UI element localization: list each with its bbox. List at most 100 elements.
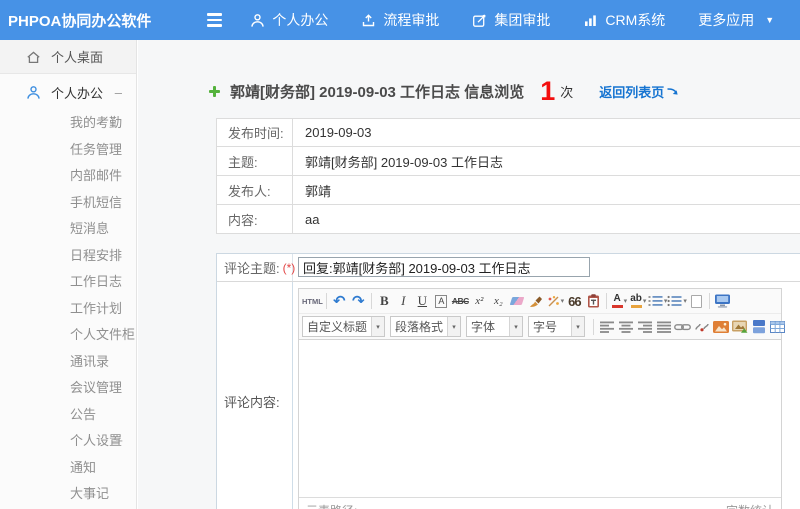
auto-typeset-button[interactable]: ▾ [546, 291, 565, 311]
sidebar-item-meeting-management[interactable]: 会议管理 [0, 375, 136, 402]
editor-content-area[interactable] [299, 340, 781, 497]
insert-image-button[interactable] [711, 317, 730, 337]
app-window: PHPOA协同办公软件 个人办公 流程审批 集团审批 CRM系统 更多应用 ▼ … [0, 0, 800, 509]
blockquote-button[interactable]: 66 [565, 291, 584, 311]
unlink-button[interactable] [692, 317, 711, 337]
sidebar-item-internal-mail[interactable]: 内部邮件 [0, 163, 136, 190]
font-family-dropdown[interactable]: 字体 ▾ [466, 316, 524, 337]
strikethrough-button[interactable]: ABC [451, 291, 470, 311]
subscript-button[interactable]: x₂ [489, 291, 508, 311]
source-code-button[interactable]: HTML [302, 291, 323, 311]
nav-label: CRM系统 [605, 12, 666, 28]
editor-toolbar-row-1: HTML ↶ ↷ B I U A ABC x² x₂ ▾ 66 A ▾ ab ▾… [299, 289, 781, 314]
underline-button[interactable]: U [413, 291, 432, 311]
sidebar-item-personal-settings[interactable]: 个人设置 + [0, 428, 136, 455]
align-left-button[interactable] [597, 317, 616, 337]
nav-more-apps[interactable]: 更多应用 [698, 10, 754, 30]
workflow-approval-icon [363, 13, 375, 26]
bold-button[interactable]: B [375, 291, 394, 311]
font-size-dropdown[interactable]: 字号 ▾ [528, 316, 586, 337]
sidebar-item-schedule[interactable]: 日程安排 [0, 243, 136, 270]
edit-icon [473, 14, 486, 27]
align-right-button[interactable] [635, 317, 654, 337]
align-center-button[interactable] [616, 317, 635, 337]
back-to-list-link[interactable]: 返回列表页 [599, 82, 679, 101]
chevron-down-icon: ▾ [571, 317, 585, 336]
editor-toolbar-row-2: 自定义标题 ▾ 段落格式 ▾ 字体 ▾ 字号 ▾ [299, 314, 786, 339]
row-value: 2019-09-03 [305, 125, 372, 140]
row-label: 发布人: [217, 176, 293, 204]
format-painter-button[interactable] [527, 291, 546, 311]
superscript-button[interactable]: x² [470, 291, 489, 311]
page-title: 郭靖[财务部] 2019-09-03 工作日志 信息浏览 [230, 84, 525, 101]
comment-subject-input[interactable] [298, 257, 590, 277]
align-right-icon [637, 321, 652, 333]
char-border-button[interactable]: A [432, 291, 451, 311]
sidebar-item-file-cabinet[interactable]: 个人文件柜 [0, 322, 136, 349]
magic-wand-icon [548, 296, 559, 307]
nav-crm-system[interactable]: CRM系统 [583, 10, 665, 30]
align-left-icon [599, 321, 614, 333]
nav-group-approval[interactable]: 集团审批 [472, 10, 550, 30]
undo-button[interactable]: ↶ [330, 291, 349, 311]
row-label: 发布时间: [217, 119, 293, 146]
rich-text-editor: HTML ↶ ↷ B I U A ABC x² x₂ ▾ 66 A ▾ ab ▾… [298, 288, 786, 509]
screenshot-button[interactable] [730, 317, 749, 337]
comment-content-label: 评论内容: [217, 282, 293, 509]
font-color-button[interactable]: A ▾ [610, 291, 629, 311]
home-icon [27, 51, 40, 63]
orange-color-bar [630, 305, 642, 308]
sidebar-item-work-log[interactable]: 工作日志 [0, 269, 136, 296]
redo-button[interactable]: ↷ [349, 291, 368, 311]
clipboard-icon [587, 294, 599, 308]
editor-toolbar: HTML ↶ ↷ B I U A ABC x² x₂ ▾ 66 A ▾ ab ▾… [299, 289, 786, 340]
expand-icon[interactable]: + [115, 428, 123, 455]
insert-video-button[interactable] [749, 317, 768, 337]
app-logo: PHPOA协同办公软件 [8, 12, 152, 30]
sidebar-menu: 我的考勤 任务管理 内部邮件 手机短信 短消息 日程安排 工作日志 工作计划 个… [0, 110, 136, 508]
chevron-down-icon[interactable]: ▼ [765, 15, 774, 25]
word-count-label[interactable]: 字数统计 [726, 502, 774, 509]
page-title-row: 郭靖[财务部] 2019-09-03 工作日志 信息浏览 1 次 返回列表页 [208, 78, 679, 105]
menu-toggle-button[interactable] [203, 9, 226, 31]
custom-heading-dropdown[interactable]: 自定义标题 ▾ [302, 316, 386, 337]
view-count: 1 [540, 76, 556, 106]
table-row: 发布时间: 2019-09-03 [216, 118, 800, 147]
unordered-list-button[interactable]: ▾ [667, 291, 687, 311]
paragraph-format-dropdown[interactable]: 段落格式 ▾ [390, 316, 462, 337]
nav-personal-office[interactable]: 个人办公 [250, 10, 328, 30]
sidebar-item-personal-desktop[interactable]: 个人桌面 [0, 40, 136, 74]
sidebar-item-work-plan[interactable]: 工作计划 [0, 296, 136, 323]
sidebar-item-attendance[interactable]: 我的考勤 [0, 110, 136, 137]
insert-link-button[interactable] [673, 317, 692, 337]
video-icon [752, 319, 765, 333]
sidebar-section-personal-office[interactable]: 个人办公 – [0, 74, 136, 110]
sidebar-item-label: 个人桌面 [51, 50, 104, 65]
row-value: aa [305, 211, 320, 227]
view-count-unit: 次 [560, 85, 574, 100]
table-icon [770, 320, 786, 333]
comment-subject-row: 评论主题: (*) [217, 254, 800, 282]
sidebar-item-sms[interactable]: 手机短信 [0, 190, 136, 217]
sidebar-item-contacts[interactable]: 通讯录 [0, 349, 136, 376]
new-document-button[interactable] [687, 291, 706, 311]
paste-as-text-button[interactable] [584, 291, 603, 311]
sidebar-item-short-message[interactable]: 短消息 [0, 216, 136, 243]
align-justify-button[interactable] [654, 317, 673, 337]
fullscreen-preview-button[interactable] [713, 291, 732, 311]
nav-label: 个人办公 [272, 12, 329, 28]
nav-label: 流程审批 [383, 12, 440, 28]
bar-chart-icon [585, 14, 597, 26]
sidebar-item-notification[interactable]: 通知 [0, 455, 136, 482]
sidebar-item-announcement[interactable]: 公告 [0, 402, 136, 429]
collapse-icon[interactable]: – [115, 85, 122, 100]
clear-format-button[interactable] [508, 291, 527, 311]
sidebar-item-task-management[interactable]: 任务管理 [0, 137, 136, 164]
highlight-color-button[interactable]: ab ▾ [629, 291, 648, 311]
ordered-list-button[interactable]: ▾ [648, 291, 667, 311]
nav-workflow-approval[interactable]: 流程审批 [361, 10, 439, 30]
chevron-down-icon: ▾ [447, 317, 461, 336]
sidebar-item-memorabilia[interactable]: 大事记 [0, 481, 136, 508]
italic-button[interactable]: I [394, 291, 413, 311]
insert-table-button[interactable] [768, 317, 787, 337]
